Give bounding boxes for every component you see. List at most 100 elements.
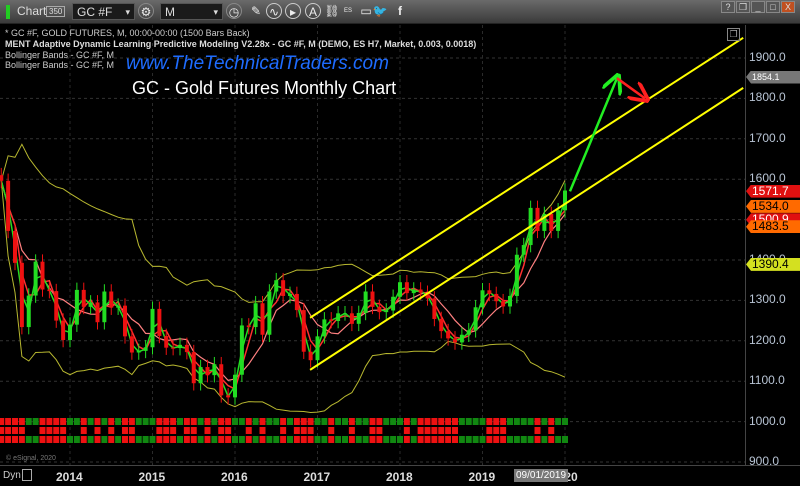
link-icon[interactable]: ⛓ — [324, 3, 340, 19]
signal-block — [431, 427, 438, 434]
signal-block — [541, 436, 548, 443]
candle-body — [501, 301, 506, 307]
alert-icon[interactable]: A — [305, 3, 321, 19]
signal-block — [355, 418, 362, 425]
legend-line: Bollinger Bands - GC #F, M — [5, 50, 115, 60]
signal-block — [369, 418, 376, 425]
copyright: © eSignal, 2020 — [6, 455, 56, 462]
watermark-url: www.TheTechnicalTraders.com — [126, 53, 389, 74]
signal-block — [245, 427, 252, 434]
signal-block — [94, 427, 101, 434]
close-button[interactable]: X — [781, 1, 795, 13]
x-tick-label: 2014 — [56, 470, 83, 484]
signal-block — [32, 418, 39, 425]
candle-body — [294, 293, 299, 311]
price-axis[interactable]: 1900.01800.01700.01600.01500.01400.01300… — [745, 25, 800, 468]
signal-block — [376, 436, 383, 443]
signal-block — [431, 418, 438, 425]
chart-icon[interactable]: ∿ — [266, 3, 282, 19]
y-tick-label: 1600.0 — [749, 171, 786, 186]
signal-block — [218, 436, 225, 443]
price-label: 1854.1 — [746, 70, 800, 84]
price-chart[interactable]: * GC #F, GOLD FUTURES, M, 00:00-00:00 (1… — [0, 25, 745, 465]
twitter-icon[interactable]: 🐦 — [372, 3, 388, 19]
signal-block — [211, 418, 218, 425]
signal-block — [287, 436, 293, 443]
signal-block — [0, 427, 5, 434]
signal-block — [245, 436, 252, 443]
signal-block — [80, 436, 87, 443]
candle-body — [226, 395, 231, 398]
es-icon[interactable]: ES — [340, 3, 356, 19]
signal-block — [204, 427, 211, 434]
signal-block — [397, 436, 403, 443]
pencil-icon[interactable]: ✎ — [248, 3, 264, 19]
clock-icon[interactable]: ◷ — [226, 3, 242, 19]
signal-block — [245, 418, 252, 425]
play-icon[interactable]: ▸ — [285, 3, 301, 19]
signal-block — [355, 436, 362, 443]
minimize-button[interactable]: _ — [751, 1, 765, 13]
app-label: Chart — [17, 4, 47, 18]
signal-block — [280, 436, 287, 443]
signal-block — [328, 427, 335, 434]
signal-block — [259, 418, 266, 425]
signal-block — [500, 418, 507, 425]
candle-body — [301, 310, 306, 352]
signal-block — [108, 418, 115, 425]
help-button[interactable]: ? — [721, 1, 735, 13]
candle-body — [411, 289, 416, 294]
signal-block — [122, 427, 128, 434]
scale-icon[interactable] — [22, 469, 32, 481]
signal-block — [149, 418, 156, 425]
signal-block — [445, 427, 452, 434]
signal-block — [500, 436, 507, 443]
signal-block — [424, 427, 431, 434]
signal-block — [5, 418, 12, 425]
signal-block — [486, 427, 493, 434]
signal-block — [335, 418, 342, 425]
signal-block — [438, 418, 445, 425]
signal-block — [417, 427, 424, 434]
signal-block — [410, 418, 417, 425]
popout-icon[interactable]: ❐ — [727, 28, 740, 41]
candle-body — [88, 302, 93, 307]
time-axis[interactable]: Dyn 201420152016201720182019202009/01/20… — [0, 465, 800, 486]
symbol-select[interactable]: GC #F — [72, 3, 135, 21]
signal-block — [500, 427, 507, 434]
signal-block — [424, 436, 431, 443]
signal-block — [32, 436, 39, 443]
candle-body — [0, 175, 4, 181]
signal-block — [53, 427, 60, 434]
candle-body — [349, 313, 354, 324]
signal-block — [5, 436, 12, 443]
signal-block — [555, 418, 562, 425]
y-tick-label: 1700.0 — [749, 130, 786, 145]
signal-block — [211, 436, 218, 443]
signal-block — [128, 427, 135, 434]
candle-body — [219, 364, 224, 396]
restore-button[interactable]: ❐ — [736, 1, 750, 13]
candle-body — [109, 291, 114, 308]
candle-body — [535, 207, 540, 231]
signal-block — [73, 418, 80, 425]
symbol-settings-icon[interactable]: ⚙ — [138, 3, 154, 19]
facebook-icon[interactable]: f — [392, 3, 408, 19]
maximize-button[interactable]: □ — [766, 1, 780, 13]
signal-block — [225, 427, 232, 434]
signal-block — [46, 427, 53, 434]
x-tick-label: 2016 — [221, 470, 248, 484]
signal-block — [362, 418, 369, 425]
panel-indicator — [6, 5, 10, 19]
signal-block — [438, 427, 445, 434]
signal-block — [293, 418, 300, 425]
signal-block — [438, 436, 445, 443]
signal-block — [548, 418, 555, 425]
signal-block — [513, 418, 520, 425]
interval-select[interactable]: M — [160, 3, 223, 21]
candle-body — [47, 289, 52, 292]
y-tick-label: 1900.0 — [749, 50, 786, 64]
candle-body — [336, 313, 341, 322]
signal-block — [417, 436, 424, 443]
signal-block — [170, 418, 177, 425]
